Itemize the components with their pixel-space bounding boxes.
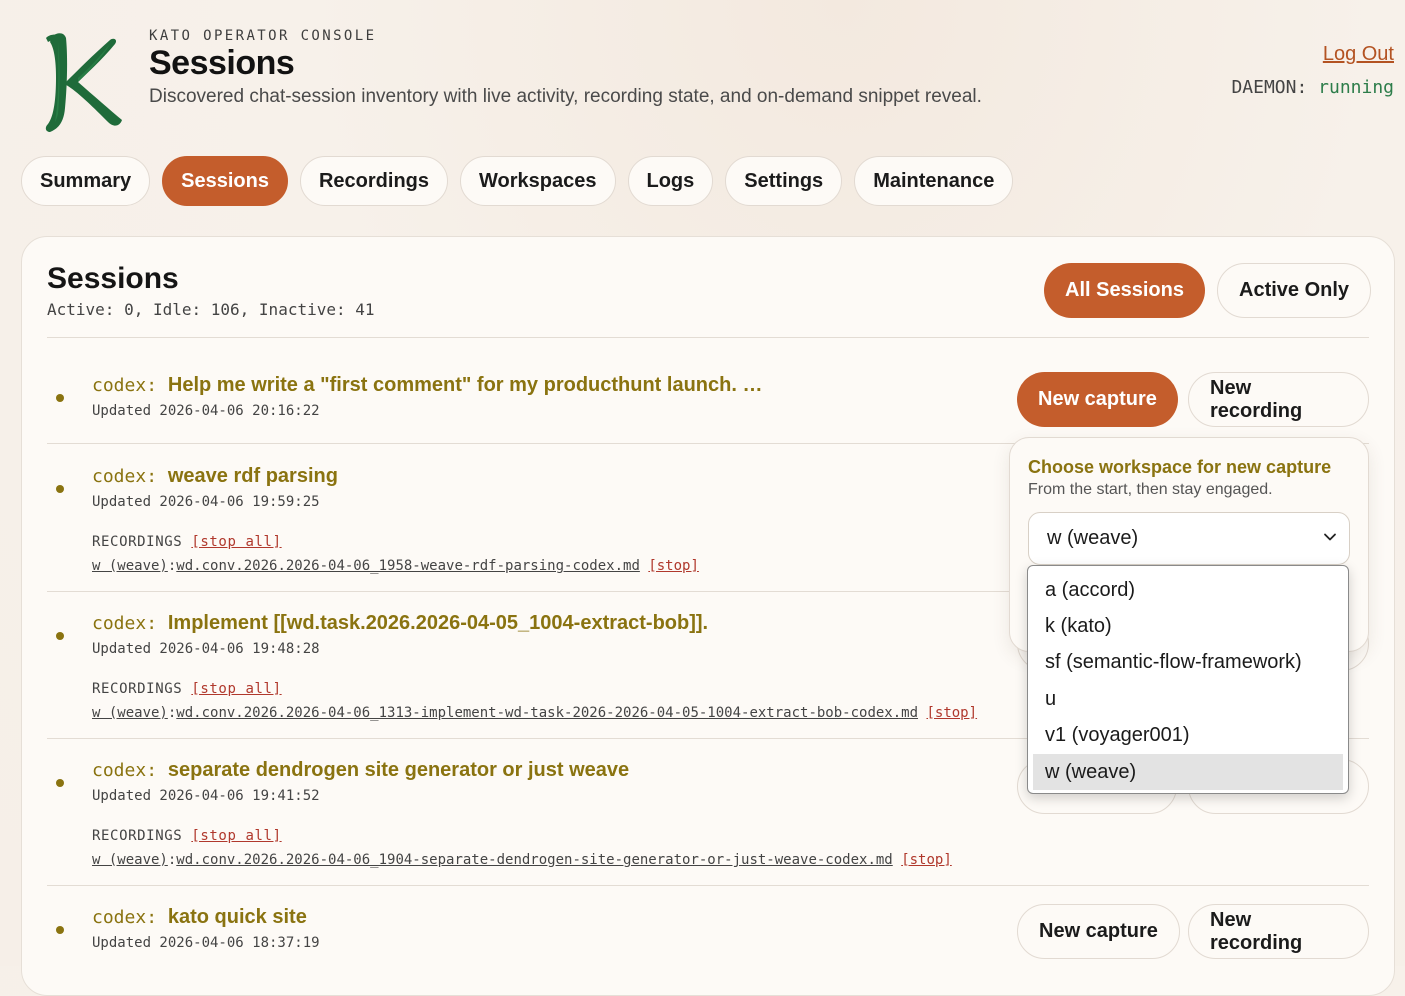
tab-maintenance[interactable]: Maintenance bbox=[854, 156, 1014, 206]
session-agent: codex bbox=[92, 907, 147, 928]
session-title[interactable]: codex: Help me write a "first comment" f… bbox=[92, 374, 762, 397]
stop-all-link[interactable]: [stop all] bbox=[191, 534, 281, 550]
recordings-heading: RECORDINGS bbox=[92, 681, 183, 697]
session-agent: codex bbox=[92, 466, 147, 487]
session-agent: codex bbox=[92, 613, 147, 634]
session-agent: codex bbox=[92, 760, 147, 781]
active-only-button[interactable]: Active Only bbox=[1217, 263, 1372, 318]
tab-recordings[interactable]: Recordings bbox=[299, 156, 449, 206]
workspace-option-selected[interactable]: w (weave) bbox=[1033, 753, 1343, 791]
status-dot bbox=[56, 394, 64, 402]
new-recording-button[interactable]: New recording bbox=[1188, 372, 1369, 427]
daemon-label: DAEMON: bbox=[1231, 77, 1308, 98]
session-row: codex: Help me write a "first comment" f… bbox=[47, 338, 1369, 444]
session-stats: Active: 0, Idle: 106, Inactive: 41 bbox=[47, 300, 375, 319]
recording-entry: w (weave):wd.conv.2026.2026-04-06_1958-w… bbox=[92, 558, 699, 574]
daemon-status: DAEMON: running bbox=[1231, 77, 1394, 98]
workspace-option[interactable]: a (accord) bbox=[1033, 572, 1343, 608]
session-title-text: weave rdf parsing bbox=[167, 465, 338, 487]
new-capture-button[interactable]: New capture bbox=[1017, 372, 1178, 427]
session-updated: Updated 2026-04-06 19:41:52 bbox=[92, 788, 320, 804]
chevron-down-icon bbox=[1324, 533, 1336, 541]
session-updated: Updated 2026-04-06 19:59:25 bbox=[92, 494, 320, 510]
workspace-option[interactable]: sf (semantic-flow-framework) bbox=[1033, 645, 1343, 681]
tab-summary[interactable]: Summary bbox=[21, 156, 151, 206]
recording-entry: w (weave):wd.conv.2026.2026-04-06_1313-i… bbox=[92, 705, 978, 721]
workspace-option[interactable]: v1 (voyager001) bbox=[1033, 718, 1343, 754]
workspace-select-value: w (weave) bbox=[1047, 527, 1139, 549]
stop-all-link[interactable]: [stop all] bbox=[191, 828, 281, 844]
tab-sessions[interactable]: Sessions bbox=[162, 156, 288, 206]
session-title-text: kato quick site bbox=[167, 906, 307, 928]
session-agent: codex bbox=[92, 375, 147, 396]
recordings-label: RECORDINGS [stop all] bbox=[92, 681, 282, 697]
session-title-text: Help me write a "first comment" for my p… bbox=[167, 374, 763, 396]
status-dot bbox=[56, 779, 64, 787]
status-dot bbox=[56, 632, 64, 640]
session-title-text: Implement [[wd.task.2026.2026-04-05_1004… bbox=[167, 612, 709, 634]
new-recording-button[interactable]: New recording bbox=[1188, 904, 1369, 959]
popover-subtitle: From the start, then stay engaged. bbox=[1028, 481, 1273, 498]
workspace-option[interactable]: k (kato) bbox=[1033, 608, 1343, 644]
recording-file-link[interactable]: wd.conv.2026.2026-04-06_1958-weave-rdf-p… bbox=[176, 558, 640, 574]
new-capture-button[interactable]: New capture bbox=[1017, 904, 1180, 959]
session-row: codex: kato quick site Updated 2026-04-0… bbox=[47, 886, 1369, 976]
session-title[interactable]: codex: weave rdf parsing bbox=[92, 465, 338, 488]
recording-workspace-link[interactable]: w (weave) bbox=[92, 558, 168, 574]
recordings-label: RECORDINGS [stop all] bbox=[92, 828, 282, 844]
session-title[interactable]: codex: Implement [[wd.task.2026.2026-04-… bbox=[92, 612, 708, 635]
stop-link[interactable]: [stop] bbox=[901, 852, 952, 868]
session-title[interactable]: codex: separate dendrogen site generator… bbox=[92, 759, 629, 782]
page-description: Discovered chat-session inventory with l… bbox=[149, 86, 982, 107]
recording-file-link[interactable]: wd.conv.2026.2026-04-06_1313-implement-w… bbox=[176, 705, 918, 721]
session-title[interactable]: codex: kato quick site bbox=[92, 906, 307, 929]
recordings-heading: RECORDINGS bbox=[92, 828, 183, 844]
workspace-option[interactable]: u bbox=[1033, 681, 1343, 717]
workspace-select[interactable]: w (weave) bbox=[1028, 512, 1350, 565]
tab-settings[interactable]: Settings bbox=[725, 156, 843, 206]
status-dot bbox=[56, 926, 64, 934]
stop-link[interactable]: [stop] bbox=[648, 558, 699, 574]
stop-link[interactable]: [stop] bbox=[926, 705, 977, 721]
session-updated: Updated 2026-04-06 19:48:28 bbox=[92, 641, 320, 657]
recordings-heading: RECORDINGS bbox=[92, 534, 183, 550]
page-title: Sessions bbox=[149, 44, 295, 82]
recording-workspace-link[interactable]: w (weave) bbox=[92, 852, 168, 868]
tab-workspaces[interactable]: Workspaces bbox=[460, 156, 616, 206]
session-updated: Updated 2026-04-06 18:37:19 bbox=[92, 935, 320, 951]
main-nav: Summary Sessions Recordings Workspaces L… bbox=[21, 156, 1014, 206]
workspace-dropdown-list: a (accord) k (kato) sf (semantic-flow-fr… bbox=[1027, 565, 1349, 794]
all-sessions-button[interactable]: All Sessions bbox=[1044, 263, 1205, 318]
stop-all-link[interactable]: [stop all] bbox=[191, 681, 281, 697]
recording-file-link[interactable]: wd.conv.2026.2026-04-06_1904-separate-de… bbox=[176, 852, 892, 868]
recording-workspace-link[interactable]: w (weave) bbox=[92, 705, 168, 721]
status-dot bbox=[56, 485, 64, 493]
popover-title: Choose workspace for new capture bbox=[1028, 457, 1332, 477]
recordings-label: RECORDINGS [stop all] bbox=[92, 534, 282, 550]
logout-link[interactable]: Log Out bbox=[1323, 43, 1394, 66]
app-eyebrow: KATO OPERATOR CONSOLE bbox=[149, 28, 377, 44]
daemon-status-value: running bbox=[1318, 77, 1394, 98]
tab-logs[interactable]: Logs bbox=[627, 156, 714, 206]
kato-logo bbox=[45, 33, 122, 132]
session-title-text: separate dendrogen site generator or jus… bbox=[167, 759, 630, 781]
recording-entry: w (weave):wd.conv.2026.2026-04-06_1904-s… bbox=[92, 852, 952, 868]
session-updated: Updated 2026-04-06 20:16:22 bbox=[92, 403, 320, 419]
card-title: Sessions bbox=[47, 262, 179, 295]
